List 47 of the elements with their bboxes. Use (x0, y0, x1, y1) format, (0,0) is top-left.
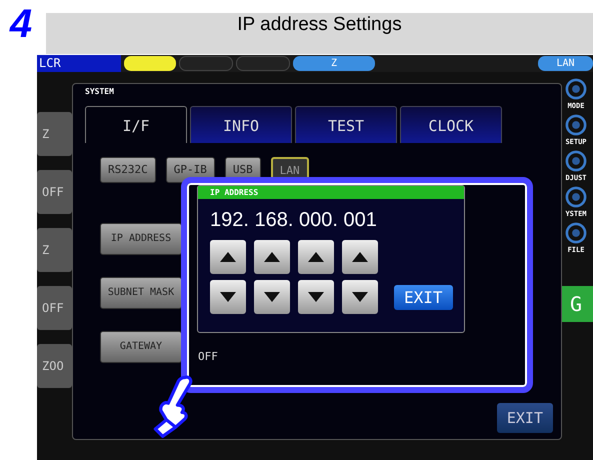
title-bar: IP address Settings (46, 13, 593, 54)
down-button[interactable] (298, 280, 334, 314)
side-button[interactable]: Z (37, 112, 72, 156)
step-number: 4 (8, 2, 34, 46)
side-button[interactable]: OFF (37, 170, 72, 214)
gear-icon[interactable] (563, 112, 589, 138)
down-button[interactable] (210, 280, 246, 314)
exit-button[interactable]: EXIT (496, 403, 553, 433)
up-arrow-icon (352, 252, 368, 262)
dialog-title: IP ADDRESS (198, 186, 464, 199)
interface-pill: LAN (538, 56, 593, 71)
down-button[interactable] (342, 280, 378, 314)
exit-button[interactable]: EXIT (394, 284, 453, 310)
up-button[interactable] (254, 240, 290, 274)
side-key-button[interactable]: G (559, 286, 593, 322)
interface-button[interactable]: RS232C (100, 157, 156, 183)
status-pill: Z (293, 56, 375, 71)
up-button[interactable] (298, 240, 334, 274)
up-button[interactable] (210, 240, 246, 274)
status-pill (124, 56, 176, 71)
mode-label: LCR (37, 55, 121, 72)
down-button[interactable] (254, 280, 290, 314)
tab[interactable]: CLOCK (400, 106, 502, 143)
tab[interactable]: INFO (190, 106, 292, 143)
tab[interactable]: I/F (85, 106, 187, 143)
gear-icon[interactable] (563, 148, 589, 174)
up-arrow-icon (220, 252, 236, 262)
up-arrow-icon (308, 252, 324, 262)
down-arrow-icon (352, 292, 368, 302)
dialog-title: SYSTEM (85, 87, 114, 96)
gear-icon[interactable] (563, 184, 589, 210)
side-button[interactable]: Z (37, 228, 72, 272)
tab[interactable]: TEST (295, 106, 397, 143)
gear-icon[interactable] (563, 220, 589, 246)
down-arrow-icon (264, 292, 280, 302)
setting-button[interactable]: SUBNET MASK (100, 277, 182, 309)
side-button[interactable]: ZOO (37, 344, 72, 388)
gateway-value: OFF (198, 350, 218, 363)
down-arrow-icon (308, 292, 324, 302)
ip-address-value: 192. 168. 000. 001 (210, 209, 378, 232)
side-button[interactable]: OFF (37, 286, 72, 330)
down-arrow-icon (220, 292, 236, 302)
up-arrow-icon (264, 252, 280, 262)
gear-icon[interactable] (563, 76, 589, 102)
setting-button[interactable]: GATEWAY (100, 331, 182, 363)
setting-button[interactable]: IP ADDRESS (100, 223, 182, 255)
up-button[interactable] (342, 240, 378, 274)
